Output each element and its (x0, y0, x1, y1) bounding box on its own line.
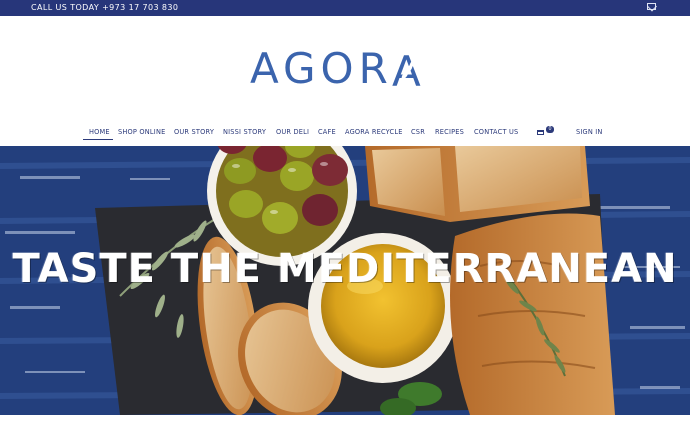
main-nav: HOME SHOP ONLINE OUR STORY NISSI STORY O… (0, 122, 690, 142)
logo-wheat-a: A (391, 47, 431, 96)
nav-item-nissi-story[interactable]: NISSI STORY (223, 128, 266, 136)
agora-logo[interactable]: AGOR A (250, 44, 431, 96)
cart-count-badge: 0 (546, 126, 554, 133)
nav-item-cafe[interactable]: CAFE (318, 128, 336, 136)
nav-item-agora-recycle[interactable]: AGORA RECYCLE (345, 128, 403, 136)
phone-text: CALL US TODAY +973 17 703 830 (31, 3, 179, 12)
nav-item-shop-online[interactable]: SHOP ONLINE (118, 128, 165, 136)
cart-button[interactable]: 0 (537, 126, 555, 137)
nav-item-contact-us[interactable]: CONTACT US (474, 128, 518, 136)
top-bar: CALL US TODAY +973 17 703 830 (0, 0, 690, 16)
hero-headline: TASTE THE MEDITERRANEAN (12, 246, 678, 292)
nav-item-our-deli[interactable]: OUR DELI (276, 128, 309, 136)
nav-item-home[interactable]: HOME (89, 128, 110, 136)
hero-banner: TASTE THE MEDITERRANEAN (0, 146, 690, 415)
cart-icon (537, 130, 544, 135)
nav-item-recipes[interactable]: RECIPES (435, 128, 464, 136)
mail-icon[interactable] (647, 3, 656, 10)
logo-text: AGOR (250, 44, 393, 93)
nav-item-our-story[interactable]: OUR STORY (174, 128, 214, 136)
sign-in-link[interactable]: SIGN IN (576, 128, 603, 136)
nav-active-underline (83, 139, 113, 140)
nav-item-csr[interactable]: CSR (411, 128, 425, 136)
